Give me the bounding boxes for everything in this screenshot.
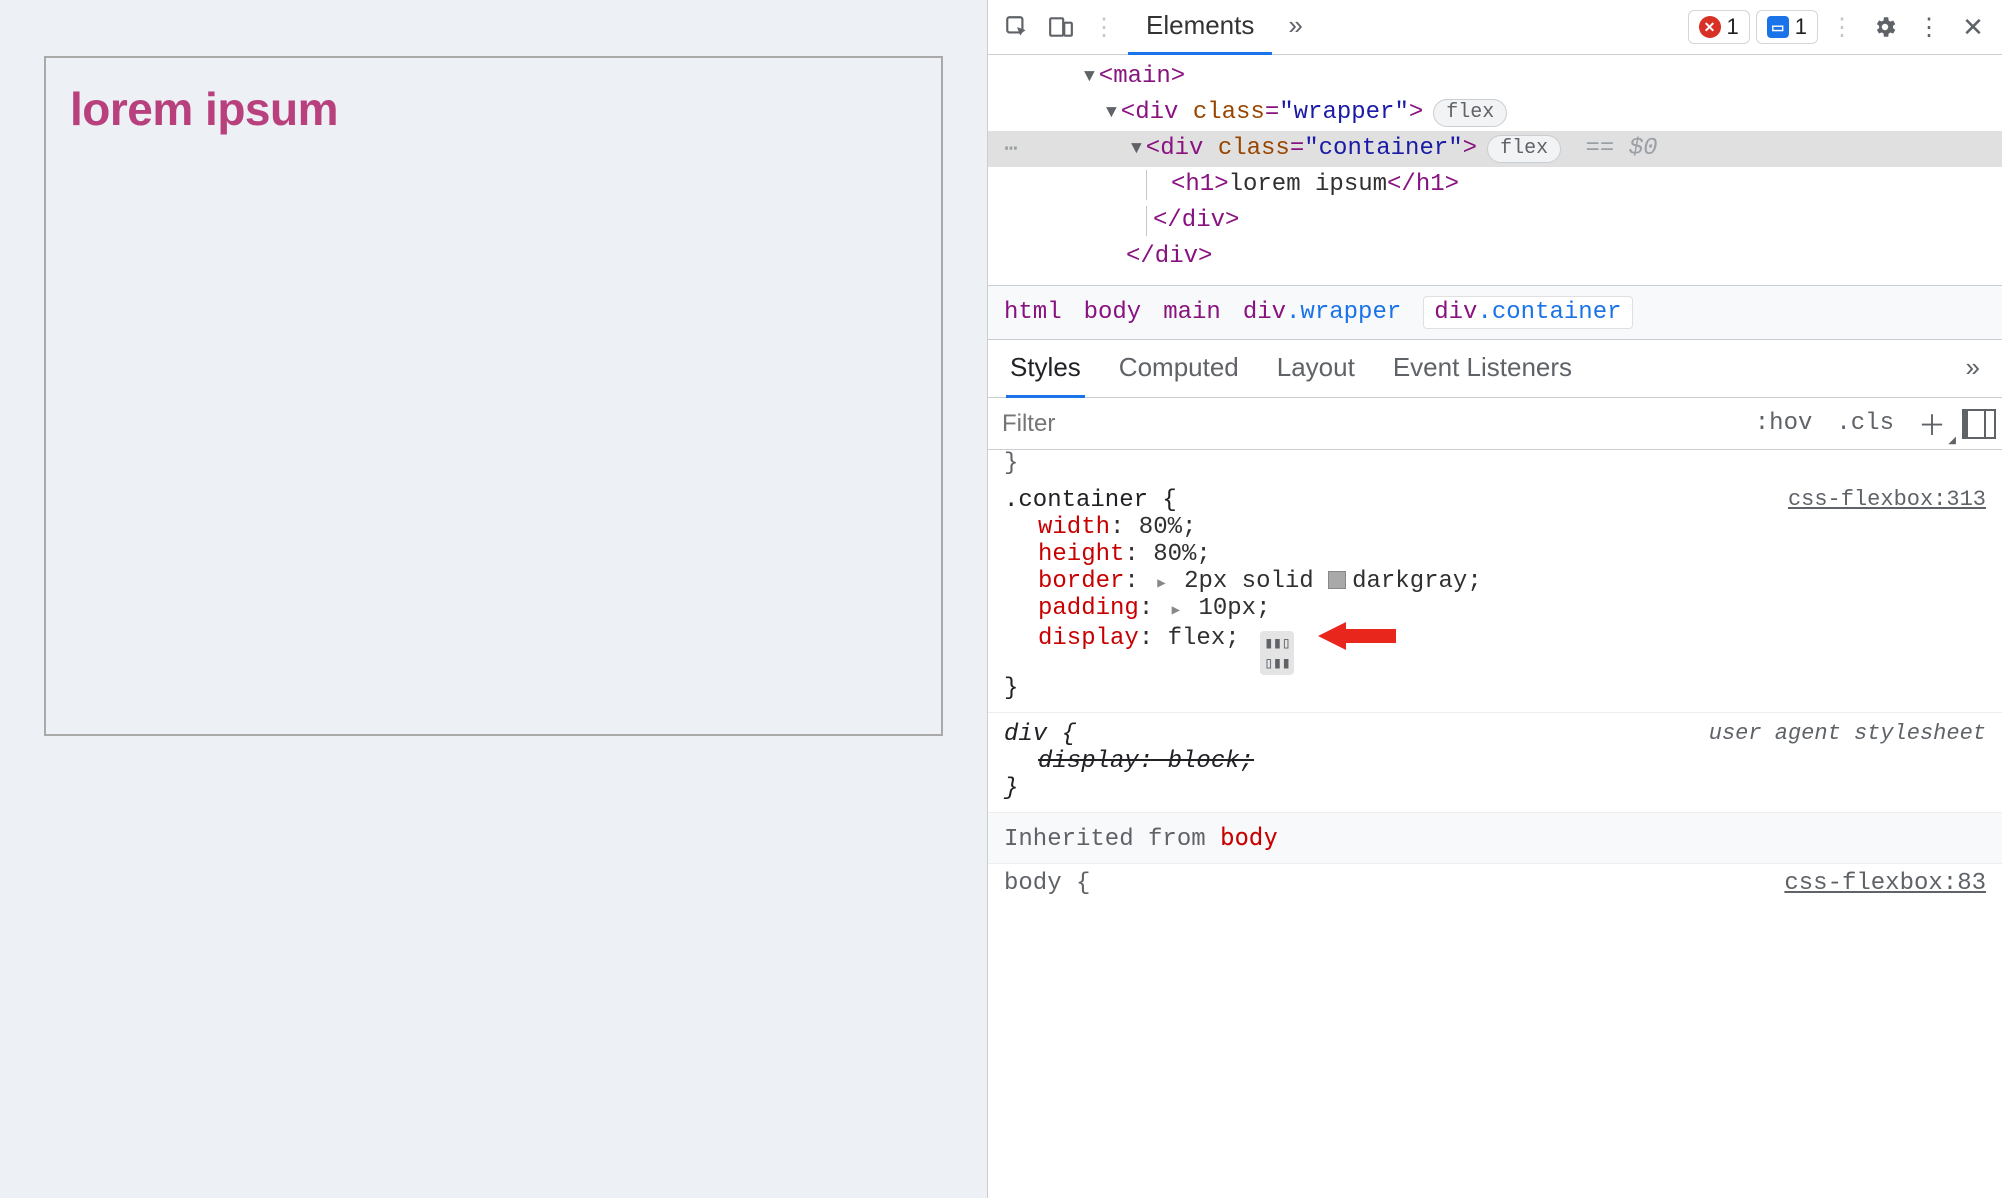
dom-node-container-close[interactable]: </div>	[988, 203, 2002, 239]
hov-toggle[interactable]: :hov	[1747, 406, 1821, 441]
device-toggle-icon[interactable]	[1042, 8, 1080, 46]
rule-div-ua[interactable]: user agent stylesheet div { display: blo…	[988, 713, 2002, 813]
rule-close: }	[1004, 775, 1986, 802]
info-count: 1	[1795, 14, 1807, 40]
annotation-arrow	[1318, 622, 1396, 650]
filter-input[interactable]	[1002, 410, 1739, 438]
prop-display[interactable]: display: flex; ▮▮▯▯▮▮	[1004, 622, 1986, 675]
crumb-container[interactable]: div.container	[1423, 296, 1632, 329]
console-ref: == $0	[1571, 131, 1657, 167]
error-badge[interactable]: ✕ 1	[1688, 10, 1750, 44]
crumb-body[interactable]: body	[1084, 299, 1142, 326]
preview-heading: lorem ipsum	[70, 82, 917, 136]
subtab-layout[interactable]: Layout	[1273, 340, 1359, 398]
devtools-toolbar: ⋮ Elements » ✕ 1 ▭ 1 ⋮ ⋮ ✕	[988, 0, 2002, 55]
styles-pane[interactable]: } css-flexbox:313 .container { width: 80…	[988, 450, 2002, 1198]
error-count: 1	[1727, 14, 1739, 40]
flexbox-editor-icon[interactable]: ▮▮▯▯▮▮	[1260, 631, 1294, 675]
rule-container[interactable]: css-flexbox:313 .container { width: 80%;…	[988, 479, 2002, 713]
dom-node-container[interactable]: ⋯▼<div class="container">flex == $0	[988, 131, 2002, 167]
error-icon: ✕	[1699, 16, 1721, 38]
prop-width[interactable]: width: 80%;	[1004, 514, 1986, 541]
expand-shorthand-icon[interactable]: ▶	[1168, 603, 1184, 619]
crumb-html[interactable]: html	[1004, 299, 1062, 326]
cls-toggle[interactable]: .cls	[1828, 406, 1902, 441]
dom-node-h1[interactable]: <h1>lorem ipsum</h1>	[988, 167, 2002, 203]
toolbar-separator-2: ⋮	[1824, 13, 1860, 42]
prop-border[interactable]: border: ▶ 2px solid darkgray;	[1004, 568, 1986, 595]
source-link[interactable]: css-flexbox:313	[1788, 487, 1986, 512]
flex-badge[interactable]: flex	[1433, 99, 1507, 127]
dom-node-wrapper-close[interactable]: </div>	[988, 239, 2002, 275]
crumb-wrapper[interactable]: div.wrapper	[1243, 299, 1401, 326]
dom-node-wrapper[interactable]: ▼<div class="wrapper">flex	[988, 95, 2002, 131]
subtab-styles[interactable]: Styles	[1006, 340, 1085, 398]
prop-height[interactable]: height: 80%;	[1004, 541, 1986, 568]
disclosure-triangle-icon[interactable]: ▼	[1106, 100, 1121, 127]
disclosure-triangle-icon[interactable]: ▼	[1131, 136, 1146, 163]
subtabs-overflow[interactable]: »	[1962, 340, 1984, 398]
prop-display-overridden[interactable]: display: block;	[1004, 748, 1986, 775]
info-icon: ▭	[1767, 16, 1789, 38]
container-box: lorem ipsum	[44, 56, 943, 736]
row-actions-icon[interactable]: ⋯	[996, 133, 1026, 166]
kebab-icon[interactable]: ⋮	[1910, 8, 1948, 46]
close-icon[interactable]: ✕	[1954, 8, 1992, 46]
subtab-computed[interactable]: Computed	[1115, 340, 1243, 398]
prop-padding[interactable]: padding: ▶ 10px;	[1004, 595, 1986, 622]
rule-body[interactable]: body { css-flexbox:83	[988, 864, 2002, 897]
styles-filter-bar: :hov .cls ＋◢	[988, 398, 2002, 450]
devtools-panel: ⋮ Elements » ✕ 1 ▭ 1 ⋮ ⋮ ✕ ▼<main> ▼<div…	[987, 0, 2002, 1198]
color-swatch[interactable]	[1328, 571, 1346, 589]
crumb-main[interactable]: main	[1163, 299, 1221, 326]
rule-close: }	[1004, 675, 1986, 702]
info-badge[interactable]: ▭ 1	[1756, 10, 1818, 44]
dom-node-main[interactable]: ▼<main>	[988, 59, 2002, 95]
gear-icon[interactable]	[1866, 8, 1904, 46]
flex-badge[interactable]: flex	[1487, 135, 1561, 163]
inherited-from-bar: Inherited from body	[988, 813, 2002, 864]
dom-tree[interactable]: ▼<main> ▼<div class="wrapper">flex ⋯▼<di…	[988, 55, 2002, 285]
subtab-event-listeners[interactable]: Event Listeners	[1389, 340, 1576, 398]
tabs-overflow[interactable]: »	[1278, 0, 1312, 55]
styles-subtabs: Styles Computed Layout Event Listeners »	[988, 340, 2002, 398]
expand-shorthand-icon[interactable]: ▶	[1153, 576, 1169, 592]
toggle-sidebar-icon[interactable]	[1962, 409, 1996, 439]
disclosure-triangle-icon[interactable]: ▼	[1084, 64, 1099, 91]
new-style-rule-button[interactable]: ＋◢	[1910, 404, 1954, 444]
tab-elements[interactable]: Elements	[1128, 0, 1272, 55]
breadcrumb: html body main div.wrapper div.container	[988, 285, 2002, 340]
ua-stylesheet-label: user agent stylesheet	[1709, 721, 1986, 746]
toolbar-separator: ⋮	[1086, 13, 1122, 42]
page-preview: lorem ipsum	[0, 0, 987, 1198]
inspect-icon[interactable]	[998, 8, 1036, 46]
